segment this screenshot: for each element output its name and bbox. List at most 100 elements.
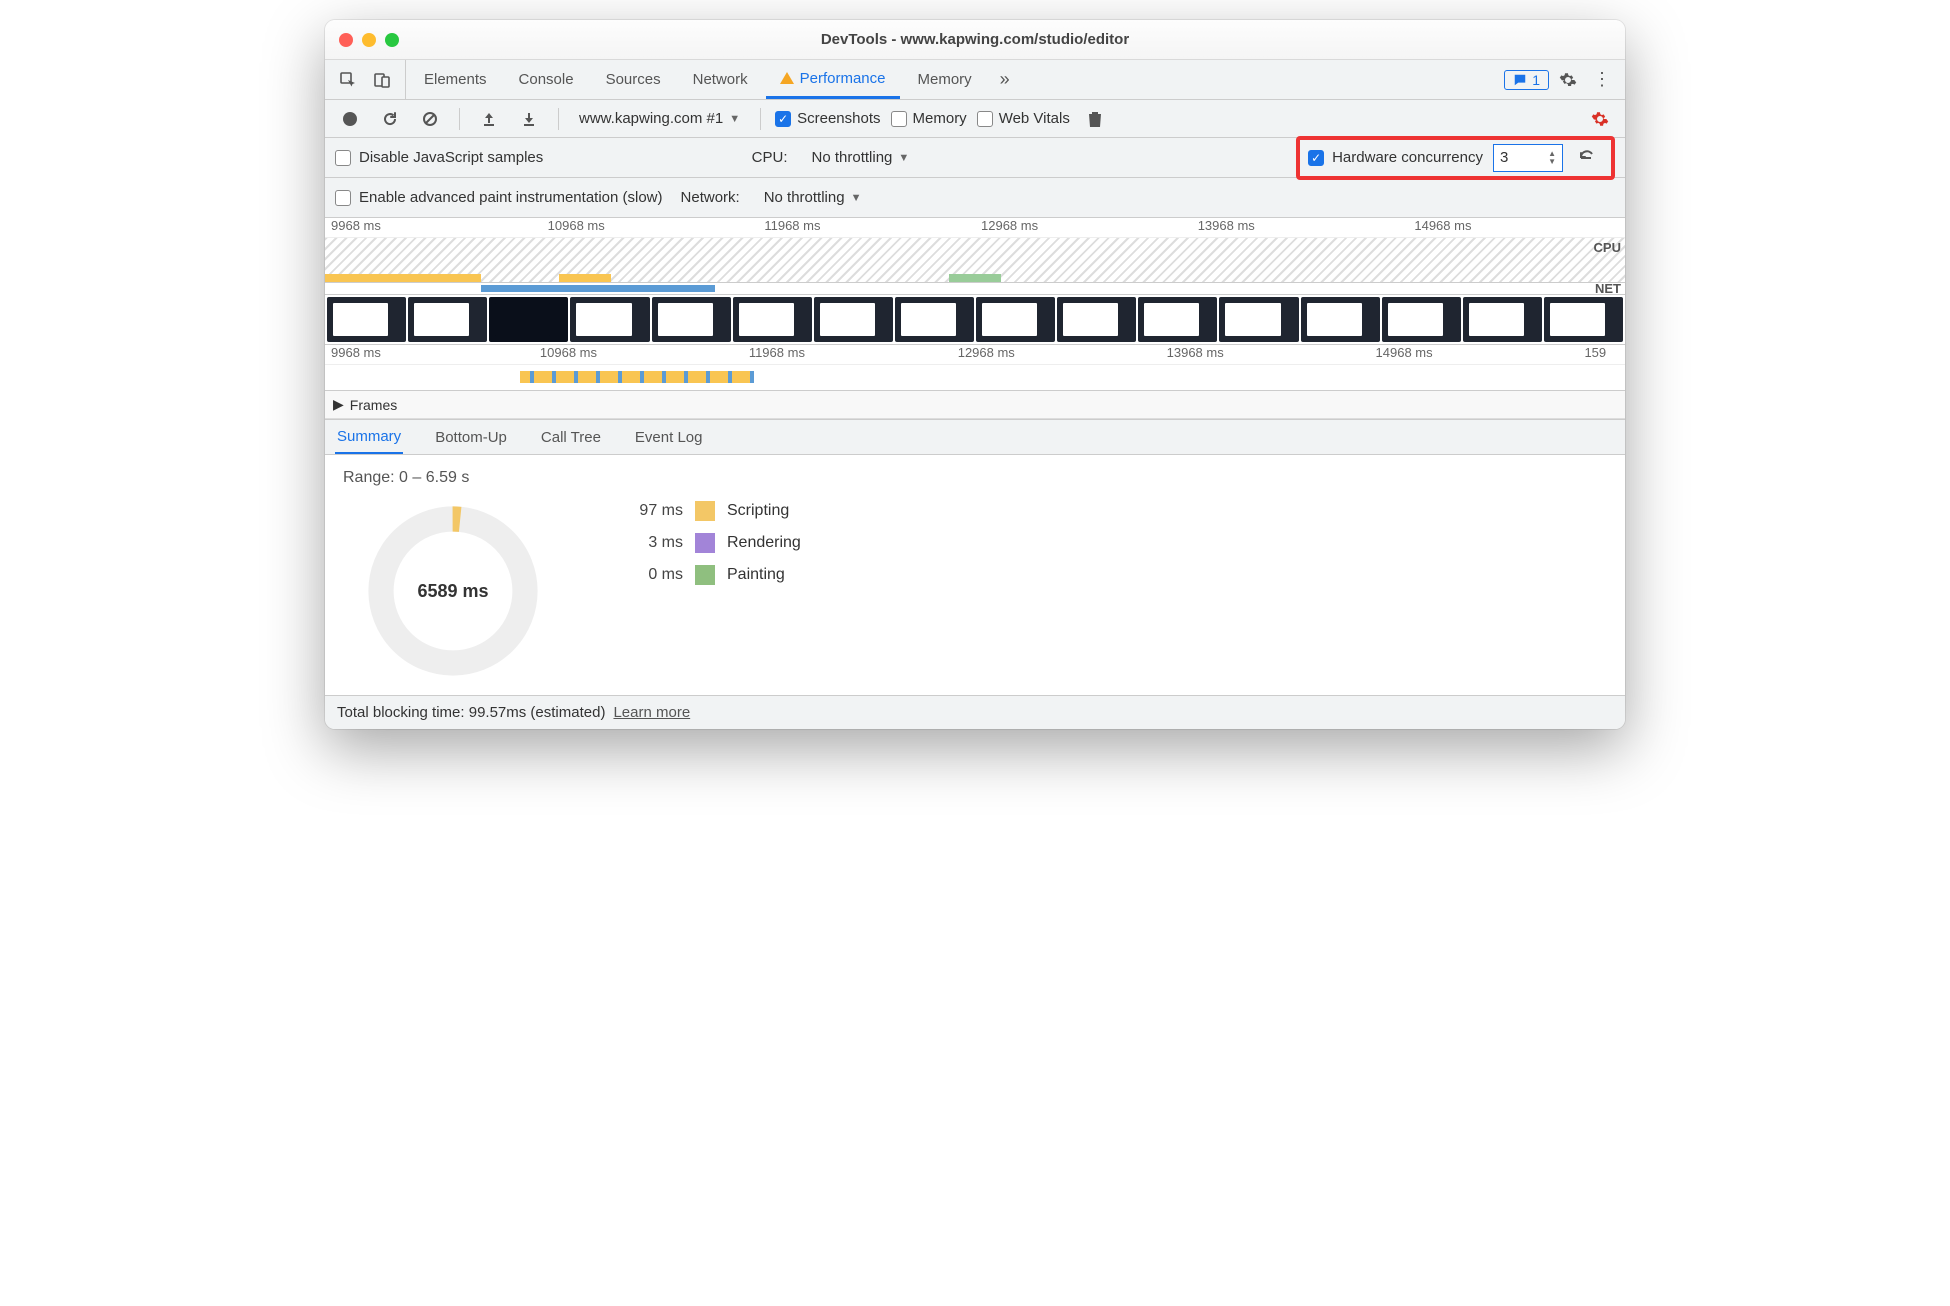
devtools-window: DevTools - www.kapwing.com/studio/editor… [325, 20, 1625, 729]
titlebar: DevTools - www.kapwing.com/studio/editor [325, 20, 1625, 60]
screenshot-thumb[interactable] [733, 297, 812, 342]
more-tabs-icon[interactable]: » [990, 65, 1020, 95]
timeline-overview[interactable]: 9968 ms 10968 ms 11968 ms 12968 ms 13968… [325, 218, 1625, 419]
tab-memory[interactable]: Memory [904, 60, 986, 99]
hardware-concurrency-highlight: ✓ Hardware concurrency 3 ▲▼ [1296, 136, 1615, 180]
screenshot-thumb[interactable] [408, 297, 487, 342]
disable-js-label: Disable JavaScript samples [359, 149, 543, 166]
checkbox-icon [335, 150, 351, 166]
screenshot-thumb[interactable] [976, 297, 1055, 342]
screenshot-thumb[interactable] [814, 297, 893, 342]
zoom-window-button[interactable] [385, 33, 399, 47]
overview-ruler: 9968 ms 10968 ms 11968 ms 12968 ms 13968… [325, 218, 1625, 238]
capture-settings-gear-icon[interactable] [1585, 104, 1615, 134]
clear-button[interactable] [415, 104, 445, 134]
capture-options-row1: Disable JavaScript samples CPU: No throt… [325, 138, 1625, 178]
tab-bottom-up[interactable]: Bottom-Up [433, 422, 509, 453]
paint-instrumentation-label: Enable advanced paint instrumentation (s… [359, 189, 663, 206]
tab-performance[interactable]: Performance [766, 60, 900, 99]
legend-ms: 0 ms [613, 566, 683, 584]
settings-gear-icon[interactable] [1553, 65, 1583, 95]
checkbox-checked-icon: ✓ [775, 111, 791, 127]
close-window-button[interactable] [339, 33, 353, 47]
summary-panel: Range: 0 – 6.59 s 6589 ms 97 ms Scriptin… [325, 455, 1625, 695]
range-text: Range: 0 – 6.59 s [343, 469, 1607, 487]
tab-elements[interactable]: Elements [410, 60, 501, 99]
color-swatch-rendering [695, 533, 715, 553]
legend-ms: 3 ms [613, 534, 683, 552]
save-profile-icon[interactable] [514, 104, 544, 134]
load-profile-icon[interactable] [474, 104, 504, 134]
ruler-tick: 13968 ms [1192, 218, 1409, 237]
screenshot-filmstrip[interactable]: .frame-thumb:nth-child(3)::after{backgro… [325, 295, 1625, 345]
legend-label: Scripting [727, 502, 789, 520]
summary-donut-chart: 6589 ms [363, 501, 543, 681]
hardware-concurrency-input[interactable]: 3 ▲▼ [1493, 144, 1563, 172]
cpu-track-label: CPU [1594, 240, 1621, 255]
learn-more-link[interactable]: Learn more [613, 704, 690, 721]
undo-icon[interactable] [1573, 143, 1603, 173]
memory-checkbox[interactable]: Memory [891, 110, 967, 127]
screenshot-thumb[interactable] [1219, 297, 1298, 342]
legend-ms: 97 ms [613, 502, 683, 520]
screenshot-thumb[interactable] [1301, 297, 1380, 342]
screenshot-thumb[interactable]: .frame-thumb:nth-child(3)::after{backgro… [489, 297, 568, 342]
screenshots-checkbox[interactable]: ✓ Screenshots [775, 110, 880, 127]
hardware-concurrency-checkbox[interactable]: ✓ Hardware concurrency [1308, 149, 1483, 166]
checkbox-icon [891, 111, 907, 127]
ruler-tick: 10968 ms [542, 218, 759, 237]
tab-console[interactable]: Console [505, 60, 588, 99]
ruler-tick: 9968 ms [325, 218, 542, 237]
cpu-overview-chart [325, 238, 1625, 283]
number-stepper-icon[interactable]: ▲▼ [1548, 150, 1556, 166]
paint-instrumentation-checkbox[interactable]: Enable advanced paint instrumentation (s… [335, 189, 663, 206]
cpu-throttling-select[interactable]: No throttling ▼ [806, 147, 916, 168]
ruler-tick: 11968 ms [758, 218, 975, 237]
summary-legend: 97 ms Scripting 3 ms Rendering 0 ms Pain… [613, 501, 801, 585]
messages-count: 1 [1532, 72, 1540, 88]
disable-js-checkbox[interactable]: Disable JavaScript samples [335, 149, 543, 166]
screenshot-thumb[interactable] [1463, 297, 1542, 342]
frames-section-header[interactable]: ▶ Frames [325, 391, 1625, 419]
tab-sources[interactable]: Sources [592, 60, 675, 99]
webvitals-label: Web Vitals [999, 110, 1070, 127]
ruler-tick: 14968 ms [1408, 218, 1625, 237]
delete-icon[interactable] [1080, 104, 1110, 134]
reload-record-button[interactable] [375, 104, 405, 134]
inspect-element-icon[interactable] [333, 65, 363, 95]
screenshot-thumb[interactable] [895, 297, 974, 342]
screenshot-thumb[interactable] [570, 297, 649, 342]
record-button[interactable] [335, 104, 365, 134]
webvitals-checkbox[interactable]: Web Vitals [977, 110, 1070, 127]
messages-badge[interactable]: 1 [1504, 70, 1549, 90]
legend-row-rendering: 3 ms Rendering [613, 533, 801, 553]
screenshot-thumb[interactable] [1057, 297, 1136, 342]
tab-call-tree[interactable]: Call Tree [539, 422, 603, 453]
screenshot-thumb[interactable] [1382, 297, 1461, 342]
flame-chart-strip[interactable] [325, 365, 1625, 391]
screenshot-thumb[interactable] [327, 297, 406, 342]
donut-center-value: 6589 ms [363, 501, 543, 681]
page-selector[interactable]: www.kapwing.com #1 ▼ [573, 108, 746, 129]
frames-label: Frames [350, 397, 397, 413]
screenshot-thumb[interactable] [652, 297, 731, 342]
tab-summary[interactable]: Summary [335, 421, 403, 454]
kebab-menu-icon[interactable]: ⋮ [1587, 65, 1617, 95]
details-tabs: Summary Bottom-Up Call Tree Event Log [325, 419, 1625, 455]
network-label: Network: [681, 189, 740, 206]
minimize-window-button[interactable] [362, 33, 376, 47]
traffic-lights [325, 33, 399, 47]
network-throttling-select[interactable]: No throttling ▼ [758, 187, 868, 208]
cpu-label: CPU: [752, 149, 788, 166]
devtools-tabs: Elements Console Sources Network Perform… [325, 60, 1625, 100]
screenshot-thumb[interactable] [1544, 297, 1623, 342]
checkbox-icon [335, 190, 351, 206]
ruler-tick: 159 [1578, 345, 1625, 364]
legend-row-painting: 0 ms Painting [613, 565, 801, 585]
screenshot-thumb[interactable] [1138, 297, 1217, 342]
tab-network[interactable]: Network [679, 60, 762, 99]
net-track-label: NET [1595, 281, 1621, 296]
tab-performance-label: Performance [800, 70, 886, 87]
device-toolbar-icon[interactable] [367, 65, 397, 95]
tab-event-log[interactable]: Event Log [633, 422, 705, 453]
